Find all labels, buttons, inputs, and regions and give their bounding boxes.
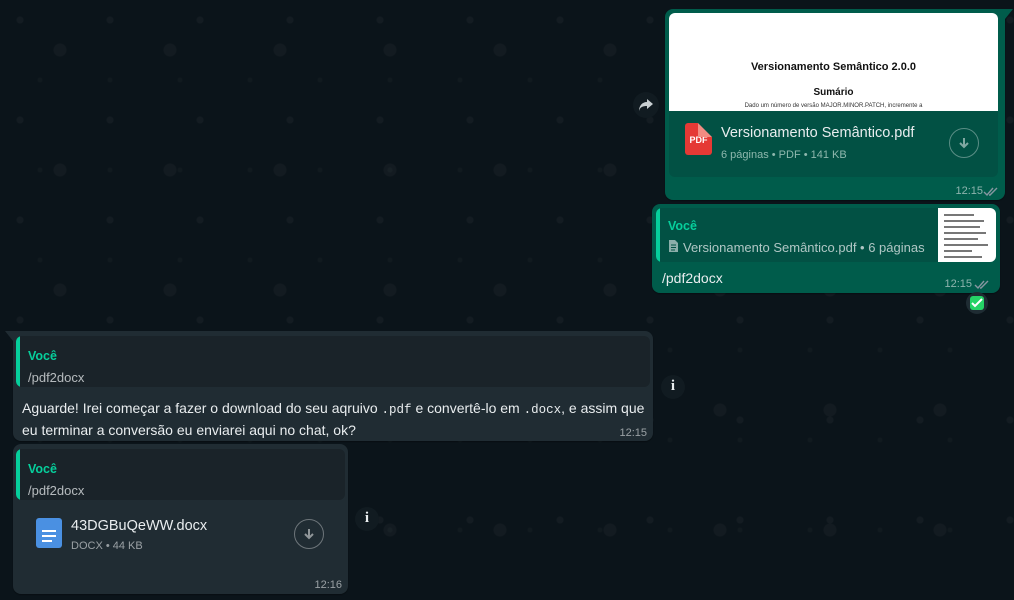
message-time: 12:15 [619, 427, 647, 439]
read-ticks-icon [983, 187, 998, 197]
quoted-message[interactable]: Você /pdf2docx [16, 336, 650, 387]
read-ticks-icon [974, 280, 989, 290]
document-thumbnail [938, 208, 996, 262]
forward-button[interactable] [633, 92, 659, 118]
message-text-part: e convertê-lo em [411, 400, 524, 416]
download-button[interactable] [294, 519, 324, 549]
quoted-message[interactable]: Você /pdf2docx [16, 449, 345, 500]
message-info-button[interactable]: i [355, 507, 379, 531]
pdf-file-icon: PDF [685, 123, 712, 155]
inline-code-pdf: .pdf [381, 403, 412, 417]
message-time: 12:16 [314, 579, 342, 591]
document-icon [669, 240, 678, 252]
outgoing-document-message[interactable]: Versionamento Semântico 2.0.0 Sumário Da… [665, 9, 1013, 200]
info-icon: i [364, 510, 370, 526]
quoted-message[interactable]: Você Versionamento Semântico.pdf • 6 pág… [656, 208, 996, 262]
docx-file-icon [36, 518, 62, 548]
pdf-preview-title: Versionamento Semântico 2.0.0 [750, 61, 917, 73]
document-meta: 6 páginas • PDF • 141 KB [721, 149, 847, 161]
document-name: 43DGBuQeWW.docx [71, 518, 208, 534]
quote-author: Você [668, 219, 697, 233]
quote-author: Você [28, 349, 57, 363]
message-text-line2: eu terminar a conversão eu enviarei aqui… [22, 422, 356, 438]
document-name: Versionamento Semântico.pdf [721, 125, 915, 141]
quote-text: /pdf2docx [28, 370, 85, 385]
check-icon [971, 298, 983, 308]
incoming-document-message[interactable]: Você /pdf2docx 43DGBuQeWW.docx DOCX • 44… [13, 444, 348, 594]
select-message-checkbox[interactable] [966, 292, 988, 314]
pdf-preview-subtitle: Sumário [813, 87, 854, 98]
pdf-preview-thumbnail[interactable]: Versionamento Semântico 2.0.0 Sumário Da… [669, 13, 998, 111]
message-time: 12:15 [955, 185, 983, 197]
quote-text: Versionamento Semântico.pdf • 6 páginas [683, 240, 925, 255]
download-icon [304, 529, 314, 540]
message-info-button[interactable]: i [661, 375, 685, 399]
message-text: /pdf2docx [662, 270, 723, 286]
pdf-icon-label: PDF [689, 135, 708, 145]
download-icon [959, 138, 969, 149]
incoming-reply-message[interactable]: Você /pdf2docx Aguarde! Irei começar a f… [5, 331, 653, 441]
quote-author: Você [28, 462, 57, 476]
download-button[interactable] [949, 128, 979, 158]
message-text: Aguarde! Irei começar a fazer o download… [22, 398, 647, 440]
inline-code-docx: .docx [523, 403, 562, 417]
bubble-tail [1005, 9, 1013, 19]
document-card[interactable]: PDF Versionamento Semântico.pdf 6 página… [669, 111, 998, 177]
pdf-preview-line: Dado um número de versão MAJOR.MINOR.PAT… [744, 103, 923, 109]
forward-icon [639, 99, 653, 111]
quote-text: /pdf2docx [28, 483, 85, 498]
outgoing-reply-message[interactable]: Você Versionamento Semântico.pdf • 6 pág… [652, 204, 1000, 293]
info-icon: i [670, 378, 676, 394]
document-meta: DOCX • 44 KB [71, 540, 143, 552]
bubble-tail [5, 331, 13, 341]
message-time: 12:15 [944, 278, 972, 290]
message-text-part: , e assim que [561, 400, 645, 416]
message-text-part: Aguarde! Irei começar a fazer o download… [22, 400, 382, 416]
